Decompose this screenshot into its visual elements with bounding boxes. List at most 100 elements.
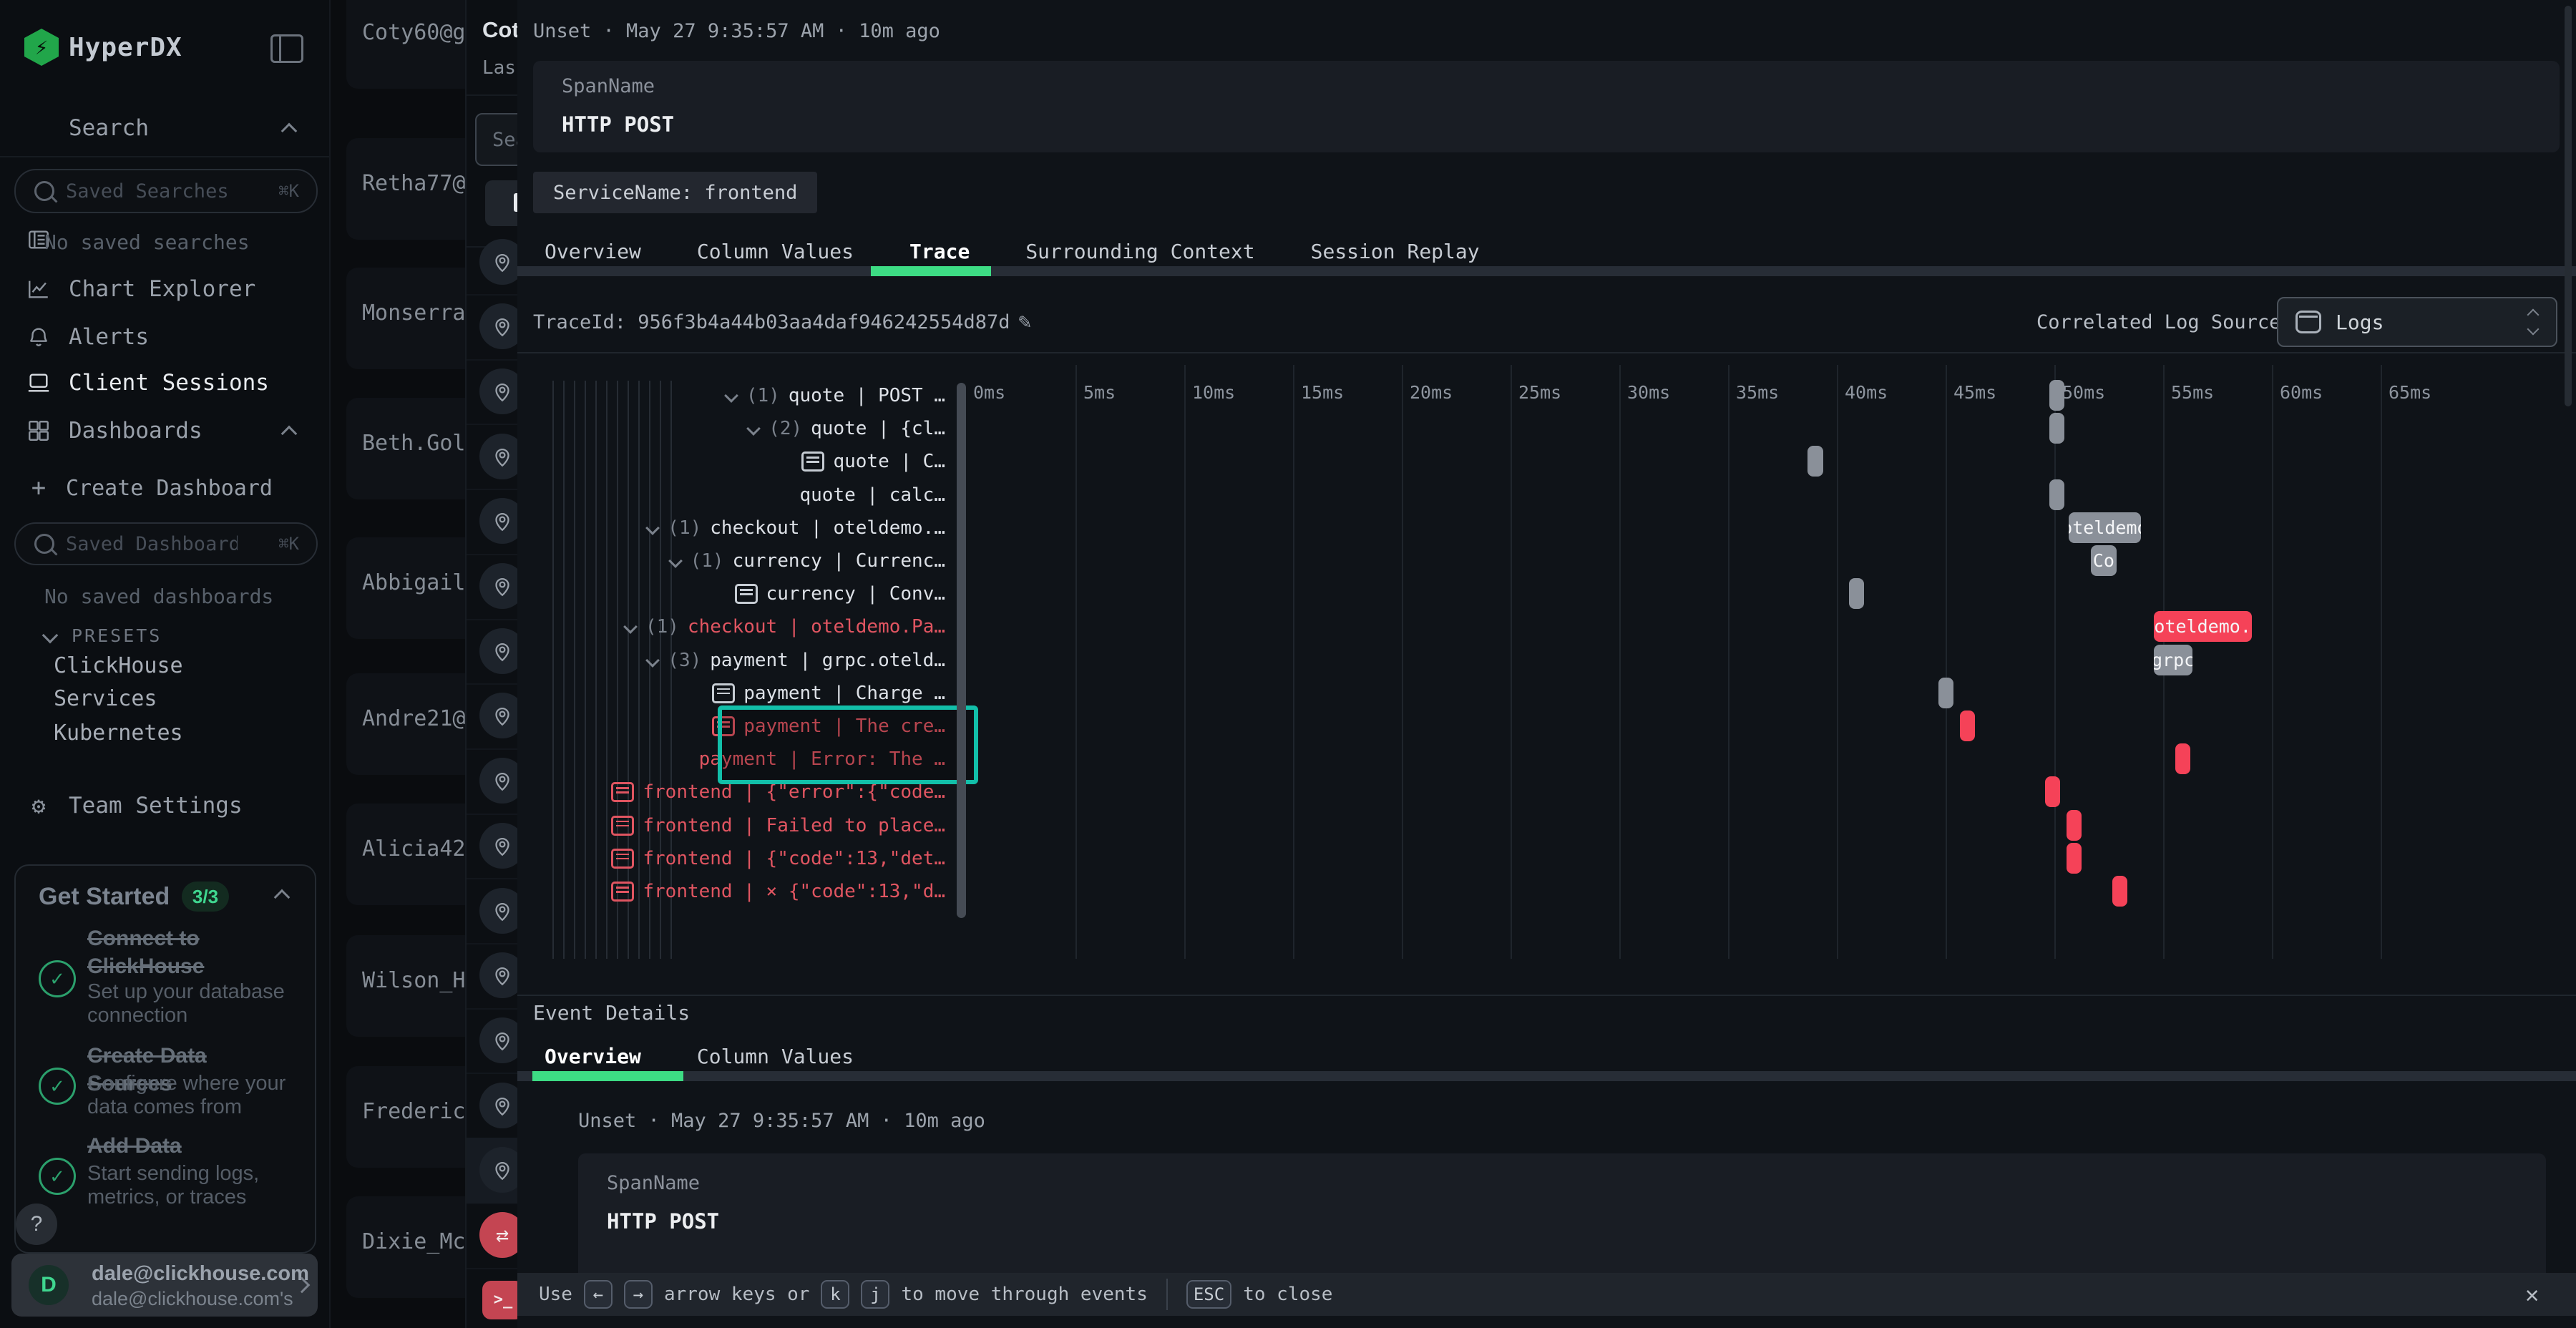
- trace-span-row[interactable]: frontend | {"code":13,"det…: [517, 842, 957, 875]
- trace-span-row[interactable]: quote | calc…: [517, 479, 957, 512]
- chevron-down-icon[interactable]: [623, 620, 638, 634]
- session-card[interactable]: Frederic: [346, 1066, 465, 1168]
- tab-ed-overview[interactable]: Overview: [545, 1045, 641, 1068]
- session-event-row[interactable]: [467, 554, 519, 620]
- trace-span-row[interactable]: frontend | Failed to place…: [517, 809, 957, 842]
- chevron-down-icon[interactable]: [645, 653, 660, 668]
- session-card[interactable]: Wilson_H: [346, 935, 465, 1037]
- sidebar-item-kubernetes[interactable]: Kubernetes: [54, 717, 183, 748]
- session-event-row[interactable]: ⇄: [467, 1203, 519, 1269]
- trace-span-row[interactable]: quote | C…: [517, 445, 957, 478]
- session-card[interactable]: Abbigail: [346, 537, 465, 639]
- get-started-item-title[interactable]: Connect to ClickHouse: [87, 924, 295, 980]
- user-menu[interactable]: D dale@clickhouse.com dale@clickhouse.co…: [11, 1254, 318, 1317]
- trace-span-row[interactable]: (1)checkout | oteldemo.…: [517, 512, 957, 545]
- trace-span-bar[interactable]: [2067, 843, 2082, 874]
- session-event-row[interactable]: [467, 618, 519, 685]
- session-card[interactable]: Alicia42: [346, 804, 465, 905]
- tab-trace[interactable]: Trace: [909, 240, 970, 263]
- tab-session-replay[interactable]: Session Replay: [1311, 240, 1480, 263]
- chevron-down-icon[interactable]: [724, 389, 738, 403]
- service-name-chip[interactable]: ServiceName: frontend: [533, 172, 817, 213]
- trace-span-row[interactable]: (1)currency | Currenc…: [517, 545, 957, 577]
- trace-span-bar[interactable]: oteldemo.: [2154, 611, 2252, 642]
- trace-span-bar[interactable]: [2049, 479, 2064, 510]
- session-card[interactable]: Retha77@: [346, 138, 465, 240]
- session-card[interactable]: Dixie_Mc: [346, 1196, 465, 1298]
- modal-scrollbar[interactable]: [2565, 6, 2572, 406]
- sidebar-item-chart-explorer[interactable]: Chart Explorer: [0, 272, 329, 306]
- session-event-row[interactable]: [467, 878, 519, 944]
- session-event-row[interactable]: [467, 489, 519, 555]
- session-card[interactable]: Beth.Gol: [346, 398, 465, 499]
- sidebar-item-alerts[interactable]: Alerts: [0, 320, 329, 354]
- trace-span-bar[interactable]: [1938, 678, 1953, 708]
- close-icon[interactable]: ✕: [2525, 1281, 2539, 1308]
- trace-span-bar[interactable]: [2045, 776, 2060, 807]
- sidebar-item-clickhouse[interactable]: ClickHouse: [54, 650, 183, 681]
- create-dashboard-button[interactable]: + Create Dashboard: [0, 471, 329, 505]
- trace-span-bar[interactable]: grpc: [2154, 645, 2193, 675]
- saved-searches-field[interactable]: [64, 180, 239, 203]
- chevron-up-icon[interactable]: [274, 889, 291, 906]
- chevron-down-icon[interactable]: [645, 521, 660, 535]
- session-event-row[interactable]: [467, 294, 519, 361]
- session-event-row[interactable]: [467, 358, 519, 425]
- session-event-row[interactable]: >_: [467, 1267, 519, 1328]
- trace-span-row[interactable]: frontend | × {"code":13,"d…: [517, 875, 957, 908]
- trace-span-row[interactable]: (1)checkout | oteldemo.Pa…: [517, 610, 957, 643]
- sidebar-item-search[interactable]: Search: [0, 111, 329, 145]
- trace-span-bar[interactable]: oteldemo: [2069, 512, 2140, 543]
- sidebar-item-dashboards[interactable]: Dashboards: [0, 414, 329, 448]
- tab-ed-column-values[interactable]: Column Values: [697, 1045, 854, 1068]
- session-event-row[interactable]: [467, 1138, 519, 1204]
- trace-span-bar[interactable]: [2049, 380, 2064, 411]
- session-event-row[interactable]: [467, 1007, 519, 1074]
- trace-span-bar[interactable]: [2067, 810, 2082, 841]
- log-source-select[interactable]: Logs: [2277, 297, 2557, 347]
- session-event-row[interactable]: [467, 1073, 519, 1139]
- tree-scrollbar[interactable]: [957, 383, 966, 918]
- sidebar-item-team-settings[interactable]: ⚙ Team Settings: [0, 788, 329, 823]
- session-event-row[interactable]: [467, 943, 519, 1010]
- trace-span-bar[interactable]: [1849, 578, 1864, 609]
- trace-span-row[interactable]: currency | Conv…: [517, 577, 957, 610]
- chevron-up-icon[interactable]: [281, 426, 298, 442]
- session-event-row[interactable]: [467, 229, 519, 296]
- session-event-row[interactable]: [467, 813, 519, 879]
- trace-span-row[interactable]: (2)quote | {cl…: [517, 412, 957, 445]
- trace-span-bar[interactable]: [2049, 413, 2064, 444]
- session-filter-button[interactable]: [485, 180, 519, 226]
- session-card[interactable]: Andre21@: [346, 673, 465, 775]
- presets-toggle[interactable]: PRESETS: [0, 621, 329, 650]
- sidebar-item-services[interactable]: Services: [54, 683, 157, 714]
- trace-span-row[interactable]: payment | Charge …: [517, 677, 957, 710]
- chevron-down-icon[interactable]: [746, 421, 761, 436]
- saved-searches-input[interactable]: ⌘K: [14, 169, 318, 213]
- trace-span-bar[interactable]: [2175, 743, 2190, 774]
- tab-surrounding-context[interactable]: Surrounding Context: [1025, 240, 1254, 263]
- session-event-row[interactable]: [467, 424, 519, 490]
- edit-pencil-icon[interactable]: ✎: [1018, 309, 1031, 334]
- trace-span-bar[interactable]: [2112, 876, 2127, 907]
- trace-span-bar[interactable]: Co: [2091, 545, 2117, 576]
- saved-dashboards-input[interactable]: ⌘K: [14, 522, 318, 565]
- trace-span-bar[interactable]: [1960, 711, 1975, 741]
- trace-span-row[interactable]: (3)payment | grpc.oteld…: [517, 644, 957, 677]
- get-started-item-title[interactable]: Add Data: [87, 1132, 295, 1160]
- session-card[interactable]: Monserra: [346, 268, 465, 369]
- tab-overview[interactable]: Overview: [545, 240, 641, 263]
- sidebar-collapse-icon[interactable]: [270, 34, 303, 63]
- chevron-up-icon[interactable]: [281, 123, 298, 140]
- saved-dashboards-field[interactable]: [64, 532, 239, 556]
- help-button[interactable]: ?: [16, 1204, 57, 1245]
- session-event-row[interactable]: [467, 683, 519, 750]
- trace-span-row[interactable]: (1)quote | POST …: [517, 379, 957, 412]
- chevron-down-icon[interactable]: [668, 554, 683, 568]
- session-search-input[interactable]: Sea: [475, 113, 519, 166]
- session-card[interactable]: Coty60@g: [346, 0, 465, 89]
- session-event-row[interactable]: [467, 748, 519, 815]
- tab-column-values[interactable]: Column Values: [697, 240, 854, 263]
- trace-span-bar[interactable]: [1807, 446, 1823, 477]
- sidebar-item-client-sessions[interactable]: Client Sessions: [0, 366, 329, 400]
